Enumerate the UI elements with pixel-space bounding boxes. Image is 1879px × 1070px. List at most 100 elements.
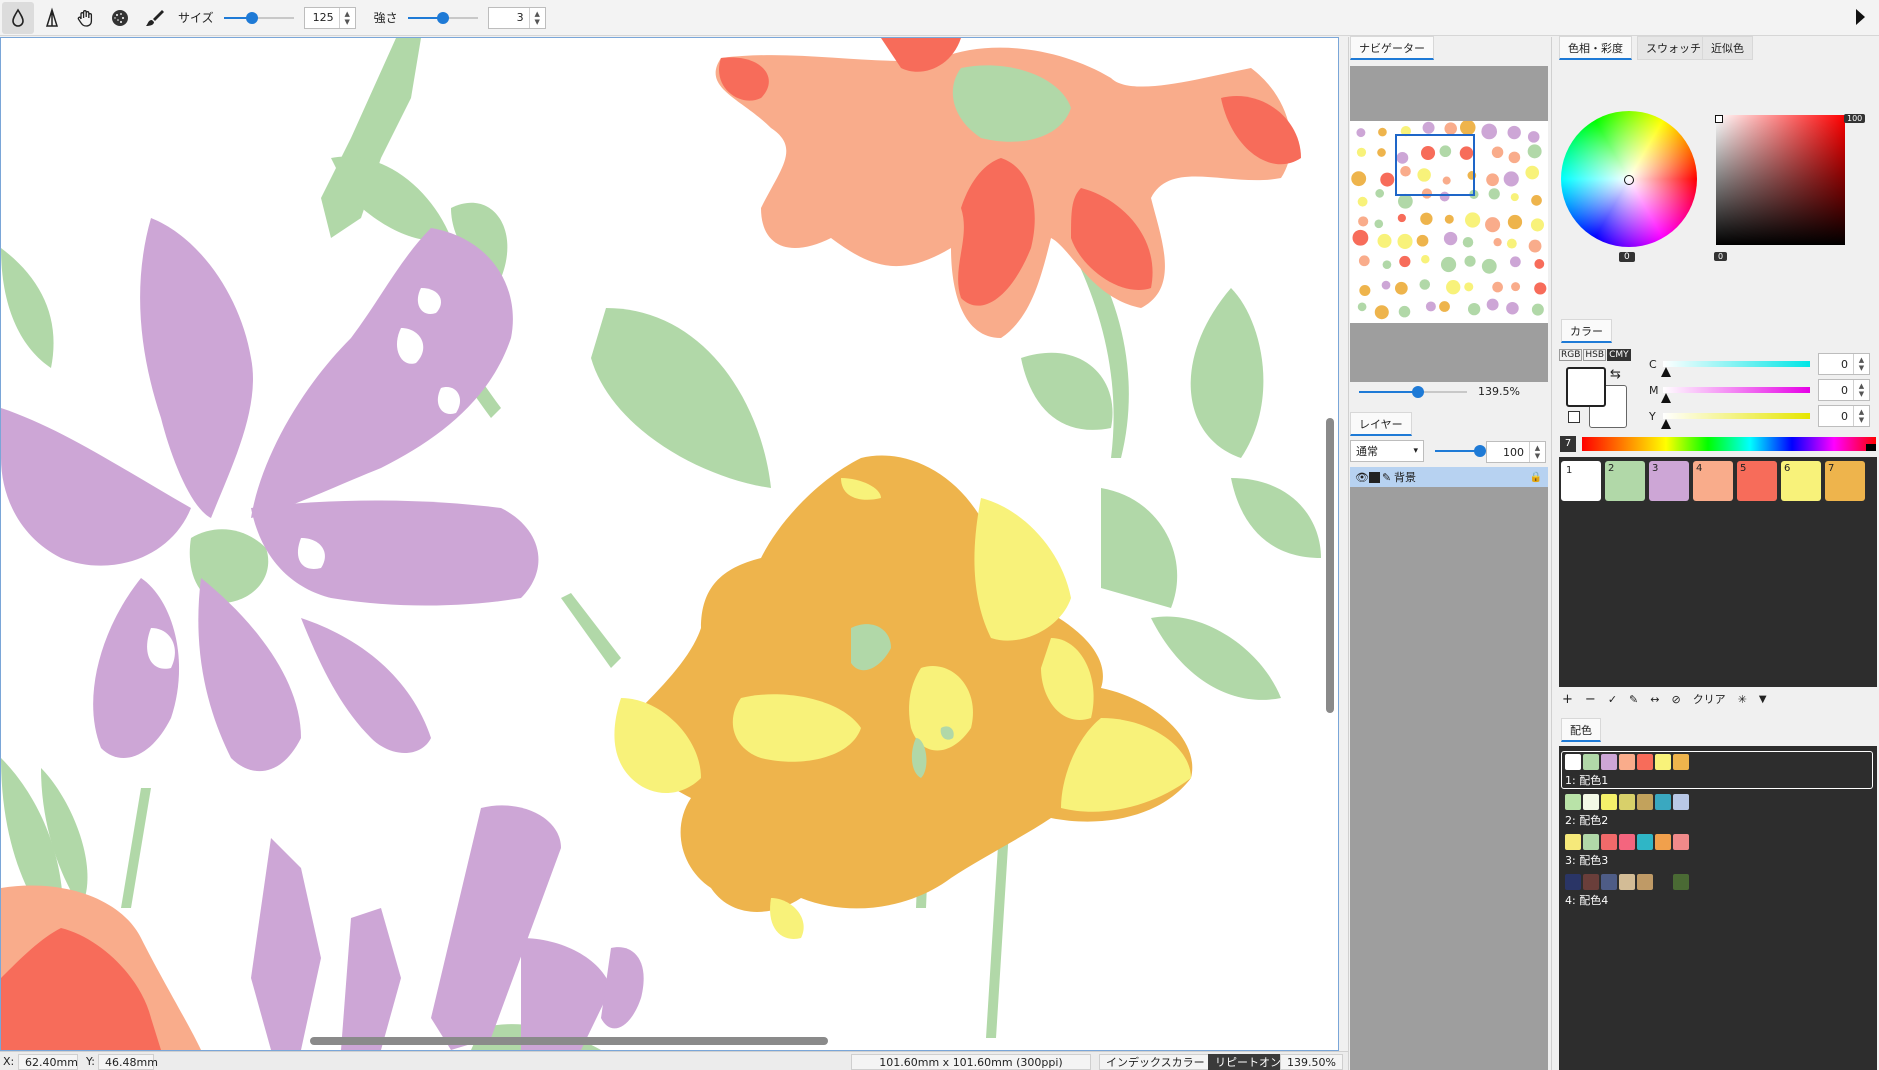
blend-mode-select[interactable]: 通常 ▾ — [1350, 440, 1424, 462]
magenta-slider[interactable] — [1661, 387, 1810, 403]
hue-wheel[interactable] — [1561, 111, 1697, 247]
color-scheme-item[interactable]: 1: 配色1 — [1563, 754, 1863, 790]
color-mode-indicator[interactable]: インデックスカラー — [1099, 1054, 1212, 1070]
saturation-brightness-square[interactable] — [1716, 115, 1845, 245]
color-scheme-item[interactable]: 3: 配色3 — [1563, 834, 1863, 870]
default-colors-icon[interactable] — [1568, 411, 1580, 423]
color-swatch[interactable]: 7 — [1825, 461, 1865, 501]
yellow-stepper[interactable]: 0 ▲ ▼ — [1818, 405, 1870, 427]
remove-swatch-icon[interactable]: − — [1585, 692, 1596, 707]
tab-layers[interactable]: レイヤー — [1350, 412, 1412, 436]
magenta-stepper[interactable]: 0 ▲ ▼ — [1818, 379, 1870, 401]
strength-stepper[interactable]: 3 ▲ ▼ — [487, 6, 546, 29]
spectrum-black-chip[interactable] — [1866, 444, 1876, 451]
color-swatch[interactable]: 1 — [1561, 461, 1601, 501]
thumbnail-flower-dot — [1530, 218, 1544, 232]
cyan-value: 0 — [1841, 357, 1848, 371]
swatch-number: 7 — [1828, 463, 1835, 474]
swatch-menu-chevron-icon[interactable]: ▼ — [1759, 694, 1767, 705]
scheme-color-chip — [1565, 874, 1581, 890]
tab-hue-saturation[interactable]: 色相・彩度 — [1559, 36, 1632, 60]
vertical-scrollbar[interactable] — [1326, 418, 1334, 713]
tab-similar-colors[interactable]: 近似色 — [1702, 36, 1753, 60]
scheme-color-chip — [1601, 874, 1617, 890]
zoom-indicator[interactable]: 139.50% — [1280, 1054, 1343, 1070]
color-mode-switch[interactable]: RGB HSB CMY — [1559, 349, 1631, 361]
layer-list[interactable]: 👁 ✎ 背景 🔒 — [1350, 467, 1548, 1070]
tab-color-schemes[interactable]: 配色 — [1561, 718, 1601, 742]
thumbnail-flower-dot — [1444, 214, 1454, 224]
cyan-slider-marker[interactable] — [1661, 367, 1671, 377]
strength-slider[interactable] — [407, 10, 478, 26]
water-drop-tool[interactable] — [2, 1, 34, 34]
swap-swatch-icon[interactable]: ↔ — [1650, 693, 1659, 706]
foreground-color-box[interactable] — [1566, 367, 1606, 407]
coral-flower-bottom — [1, 885, 201, 1050]
color-swatch[interactable]: 4 — [1693, 461, 1733, 501]
magenta-slider-marker[interactable] — [1661, 393, 1671, 403]
layer-opacity-slider[interactable] — [1435, 443, 1486, 459]
tab-color[interactable]: カラー — [1561, 319, 1612, 343]
eye-icon[interactable]: 👁 — [1355, 471, 1369, 484]
thumbnail-flower-dot — [1399, 255, 1411, 268]
tab-navigator[interactable]: ナビゲーター — [1350, 36, 1434, 60]
edit-swatch-icon[interactable]: ✎ — [1629, 693, 1638, 706]
color-spectrum-bar[interactable] — [1582, 437, 1876, 451]
mode-cmy[interactable]: CMY — [1607, 349, 1631, 361]
size-stepper[interactable]: 125 ▲ ▼ — [303, 6, 356, 29]
color-swatch[interactable]: 2 — [1605, 461, 1645, 501]
pencil-icon[interactable]: ✎ — [1382, 471, 1394, 484]
size-slider[interactable] — [223, 10, 294, 26]
yellow-slider-marker[interactable] — [1661, 419, 1671, 429]
size-spin-arrows[interactable]: ▲ ▼ — [338, 7, 355, 28]
hue-wheel-cursor[interactable] — [1624, 175, 1634, 185]
thumbnail-flower-dot — [1377, 148, 1386, 157]
mode-hsb[interactable]: HSB — [1583, 349, 1607, 361]
mode-rgb[interactable]: RGB — [1559, 349, 1583, 361]
horizontal-scrollbar[interactable] — [310, 1037, 828, 1045]
yellow-spin-arrows[interactable]: ▲ ▼ — [1853, 406, 1869, 426]
triangle-icon — [45, 6, 59, 27]
hand-tool[interactable] — [70, 2, 102, 34]
color-swatch[interactable]: 5 — [1737, 461, 1777, 501]
navigator-viewport-rect[interactable] — [1395, 134, 1475, 196]
thumbnail-flower-dot — [1359, 284, 1371, 297]
yellow-slider[interactable] — [1661, 413, 1810, 429]
add-swatch-icon[interactable]: + — [1562, 692, 1573, 707]
sb-square-cursor[interactable] — [1715, 115, 1723, 123]
layer-row[interactable]: 👁 ✎ 背景 🔒 — [1350, 467, 1548, 487]
cyan-slider[interactable] — [1661, 361, 1810, 377]
navigator-view[interactable] — [1350, 66, 1548, 382]
spray-tool[interactable] — [104, 2, 136, 34]
opacity-spin-arrows[interactable]: ▲ ▼ — [1529, 442, 1545, 462]
y-coordinate: 46.48mm — [98, 1054, 158, 1070]
strength-spin-arrows[interactable]: ▲ ▼ — [528, 7, 545, 28]
color-swatch[interactable]: 3 — [1649, 461, 1689, 501]
triangle-tool[interactable] — [36, 2, 68, 34]
panel-toggle-arrow-icon[interactable] — [1856, 9, 1865, 25]
navigator-zoom-slider[interactable] — [1359, 384, 1467, 400]
color-scheme-item[interactable]: 4: 配色4 — [1563, 874, 1863, 910]
clear-swatches-button[interactable]: クリア — [1693, 691, 1726, 707]
thumbnail-flower-dot — [1486, 298, 1499, 311]
no-entry-icon[interactable]: ⊘ — [1671, 693, 1680, 706]
magenta-spin-arrows[interactable]: ▲ ▼ — [1853, 380, 1869, 400]
floral-pattern-artwork[interactable] — [1, 38, 1338, 1050]
swap-colors-icon[interactable]: ⇆ — [1610, 367, 1621, 382]
tab-swatches[interactable]: スウォッチ — [1637, 36, 1710, 60]
layer-opacity-stepper[interactable]: 100 ▲ ▼ — [1486, 441, 1546, 463]
cyan-stepper[interactable]: 0 ▲ ▼ — [1818, 353, 1870, 375]
water-drop-icon — [12, 7, 24, 27]
scheme-color-chip — [1673, 754, 1689, 770]
scheme-color-chip — [1601, 754, 1617, 770]
sparkle-icon[interactable]: ✳ — [1738, 693, 1747, 706]
brush-tool[interactable] — [138, 2, 170, 34]
cyan-spin-arrows[interactable]: ▲ ▼ — [1853, 354, 1869, 374]
apply-swatch-icon[interactable]: ✓ — [1608, 693, 1617, 706]
repeat-toggle[interactable]: リピートオン — [1208, 1054, 1288, 1070]
lock-icon[interactable]: 🔒 — [1530, 472, 1542, 483]
thumbnail-flower-dot — [1416, 234, 1429, 247]
color-swatch[interactable]: 6 — [1781, 461, 1821, 501]
canvas[interactable] — [0, 37, 1339, 1051]
color-scheme-item[interactable]: 2: 配色2 — [1563, 794, 1863, 830]
